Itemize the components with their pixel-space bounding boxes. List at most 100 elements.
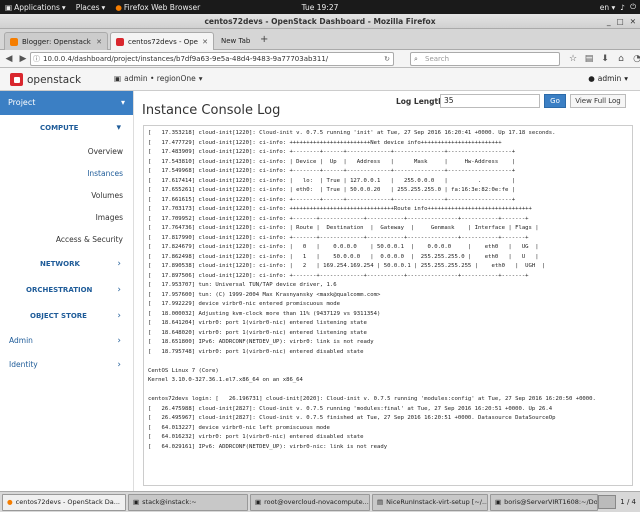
- search-icon: ⌕: [414, 55, 418, 63]
- log-line: [ 17.353218] cloud-init[1220]: Cloud-ini…: [148, 130, 556, 136]
- new-tab-icon[interactable]: +: [260, 34, 268, 45]
- log-line: [ 26.495967] cloud-init[2827]: Cloud-ini…: [148, 415, 556, 421]
- view-full-log-button[interactable]: View Full Log: [570, 94, 626, 108]
- task-terminal-stack[interactable]: ▣ stack@instack:~: [128, 493, 248, 511]
- home-icon[interactable]: ⌂: [614, 52, 628, 66]
- firefox-icon: ●: [7, 497, 13, 506]
- close-icon[interactable]: ✕: [630, 14, 636, 29]
- log-line: CentOS Linux 7 (Core): [148, 367, 219, 374]
- browser-tab-strip: Blogger: Openstack R... ✕ centos72devs -…: [0, 29, 640, 50]
- project-icon: ▣: [114, 74, 122, 83]
- url-bar[interactable]: ⓘ 10.0.0.4/dashboard/project/instances/b…: [30, 52, 394, 66]
- forward-icon[interactable]: ▶: [16, 52, 30, 66]
- main-content: Instance Console Log Log Length 35 Go Vi…: [134, 91, 640, 491]
- terminal-icon: ▣: [133, 497, 140, 506]
- log-line: [ 17.709952] cloud-init[1220]: ci-info: …: [148, 215, 529, 222]
- log-line: [ 18.641204] virbr0: port 1(virbr0-nic) …: [148, 320, 367, 326]
- log-line: [ 18.648020] virbr0: port 1(virbr0-nic) …: [148, 329, 367, 336]
- terminal-icon: ▣: [495, 497, 502, 506]
- log-line: [ 18.795748] virbr0: port 1(virbr0-nic) …: [148, 348, 364, 355]
- chevron-down-icon: ▾: [120, 98, 125, 107]
- task-firefox[interactable]: ● centos72devs - OpenStack Da...: [2, 493, 126, 511]
- sidebar-item-admin[interactable]: Admin ›: [0, 329, 133, 353]
- log-line: [ 17.890538] cloud-init[1220]: ci-info: …: [148, 263, 546, 269]
- sidebar: Project ▾ COMPUTE ▾ Overview Instances V…: [0, 91, 134, 491]
- sidebar-item-overview[interactable]: Overview: [0, 141, 133, 163]
- tab-blogger[interactable]: Blogger: Openstack R... ✕: [4, 32, 108, 50]
- info-icon: ⓘ: [33, 55, 40, 63]
- chevron-down-icon: ▾: [198, 74, 203, 83]
- clock[interactable]: Tue 19:27: [297, 3, 344, 12]
- back-icon[interactable]: ◀: [2, 52, 16, 66]
- minimize-icon[interactable]: _: [607, 14, 611, 29]
- pocket-icon[interactable]: ◔: [630, 52, 640, 66]
- firefox-launcher[interactable]: ● Firefox Web Browser: [110, 3, 205, 12]
- editor-icon: ▤: [377, 497, 384, 506]
- reload-icon[interactable]: ↻: [384, 53, 390, 65]
- sidebar-section-orchestration[interactable]: ORCHESTRATION ›: [0, 277, 133, 303]
- navigation-toolbar: ◀ ▶ ⓘ 10.0.0.4/dashboard/project/instanc…: [0, 50, 640, 68]
- log-line: [ 17.992229] device virbr0-nic entered p…: [148, 301, 340, 307]
- sidebar-item-instances[interactable]: Instances: [0, 163, 133, 185]
- download-icon[interactable]: ⬇: [598, 52, 612, 66]
- log-line: [ 17.764736] cloud-init[1220]: ci-info: …: [148, 225, 539, 231]
- sidebar-section-object-store[interactable]: OBJECT STORE ›: [0, 303, 133, 329]
- sidebar-item-volumes[interactable]: Volumes: [0, 185, 133, 207]
- log-line: centos72devs login: [ 26.196731] cloud-i…: [148, 396, 596, 402]
- bookmark-star-icon[interactable]: ☆: [566, 52, 580, 66]
- chevron-right-icon: ›: [117, 285, 121, 295]
- language-indicator[interactable]: en ▾: [600, 3, 616, 12]
- log-line: [ 17.477729] cloud-init[1220]: ci-info: …: [148, 139, 502, 146]
- console-log[interactable]: [ 17.353218] cloud-init[1220]: Cloud-ini…: [143, 125, 633, 486]
- search-input[interactable]: ⌕ Search: [410, 52, 560, 66]
- log-line: [ 17.824679] cloud-init[1220]: ci-info: …: [148, 244, 539, 250]
- project-selector[interactable]: ▣ admin • regionOne ▾: [114, 74, 203, 83]
- close-tab-icon[interactable]: ✕: [96, 38, 102, 46]
- close-tab-icon[interactable]: ✕: [202, 38, 208, 46]
- chevron-down-icon: ▾: [101, 2, 106, 12]
- chevron-down-icon: ▾: [61, 2, 66, 12]
- taskbar: ● centos72devs - OpenStack Da... ▣ stack@i…: [0, 491, 640, 512]
- openstack-header: openstack ▣ admin • regionOne ▾ ● admin …: [0, 68, 640, 91]
- tab-openstack[interactable]: centos72devs - Ope... ✕: [110, 32, 214, 50]
- openstack-logo[interactable]: openstack: [10, 73, 81, 86]
- sidebar-item-project[interactable]: Project ▾: [0, 91, 133, 115]
- gnome-top-bar: ▣ Applications ▾ Places ▾ ● Firefox Web Brow…: [0, 0, 640, 14]
- log-line: [ 17.483909] cloud-init[1220]: ci-info: …: [148, 149, 516, 155]
- tab-new[interactable]: New Tab: [216, 32, 260, 50]
- task-terminal-boris[interactable]: ▣ boris@ServerVIRT1608:~/Do...: [490, 493, 598, 511]
- maximize-icon[interactable]: □: [617, 14, 624, 29]
- log-line: [ 17.549968] cloud-init[1220]: ci-info: …: [148, 168, 516, 174]
- log-line: [ 17.953707] tun: Universal TUN/TAP devi…: [148, 282, 337, 288]
- log-line: [ 17.655261] cloud-init[1220]: ci-info: …: [148, 187, 516, 193]
- go-button[interactable]: Go: [544, 94, 566, 108]
- workspace-switcher[interactable]: [598, 495, 617, 509]
- log-line: [ 17.957600] tun: (C) 1999-2004 Max Kras…: [148, 291, 381, 298]
- sidebar-item-images[interactable]: Images: [0, 207, 133, 229]
- log-length-label: Log Length: [396, 97, 444, 106]
- reading-list-icon[interactable]: ▤: [582, 52, 596, 66]
- volume-icon[interactable]: ♪: [620, 3, 625, 12]
- sidebar-section-network[interactable]: NETWORK ›: [0, 251, 133, 277]
- log-line: [ 18.000032] Adjusting kvm-clock more th…: [148, 310, 381, 317]
- user-menu[interactable]: ● admin ▾: [588, 74, 628, 83]
- firefox-icon: ●: [115, 2, 122, 12]
- places-menu[interactable]: Places ▾: [71, 3, 111, 12]
- log-length-input[interactable]: 35: [440, 94, 540, 108]
- task-editor[interactable]: ▤ NiceRunInstack-virt-setup [~/...: [372, 493, 488, 511]
- task-terminal-root[interactable]: ▣ root@overcloud-novacompute...: [250, 493, 370, 511]
- user-icon: ●: [588, 74, 595, 83]
- log-line: [ 17.862498] cloud-init[1220]: ci-info: …: [148, 253, 539, 260]
- chevron-right-icon: ›: [117, 360, 121, 370]
- chevron-right-icon: ›: [117, 259, 121, 269]
- power-icon[interactable]: ⏻: [630, 2, 636, 12]
- sidebar-section-compute[interactable]: COMPUTE ▾: [0, 115, 133, 141]
- sidebar-item-identity[interactable]: Identity ›: [0, 353, 133, 377]
- applications-icon: ▣: [5, 2, 13, 12]
- log-line: [ 64.016232] virbr0: port 1(virbr0-nic) …: [148, 434, 364, 440]
- applications-menu[interactable]: ▣ Applications ▾: [0, 3, 71, 12]
- chevron-down-icon: ▾: [116, 123, 121, 133]
- sidebar-item-access-security[interactable]: Access & Security: [0, 229, 133, 251]
